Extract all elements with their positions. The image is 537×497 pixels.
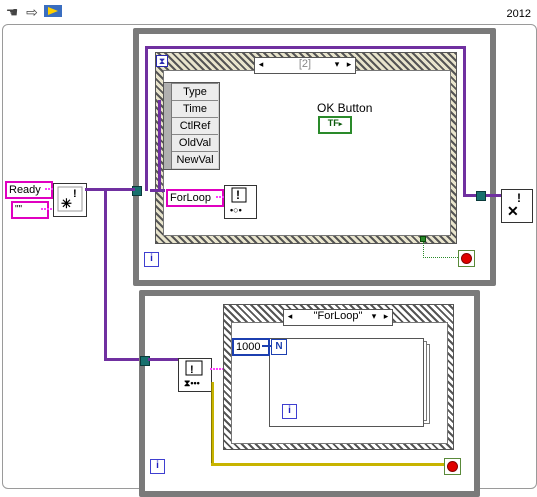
bottom-loop-iteration-terminal: i xyxy=(150,459,165,474)
loop-count-terminal: N xyxy=(271,339,287,355)
enqueue-element-subvi[interactable]: ! •○• xyxy=(224,185,257,219)
event-case-selector[interactable]: ◂ [2] ▾ ▸ xyxy=(254,57,356,74)
queue-wire xyxy=(463,46,466,196)
top-loop-stop-icon[interactable] xyxy=(458,250,475,267)
svg-text:✕: ✕ xyxy=(507,203,519,219)
obtain-queue-subvi[interactable]: ! ✳ xyxy=(53,183,87,217)
error-wire xyxy=(211,382,214,466)
svg-text:•○•: •○• xyxy=(230,205,242,215)
queue-wire xyxy=(145,46,465,49)
event-data-row[interactable]: Type xyxy=(172,83,218,100)
queue-wire xyxy=(148,358,178,361)
event-data-row[interactable]: OldVal xyxy=(172,134,218,151)
bottom-case-label: "ForLoop" xyxy=(313,310,363,322)
dequeue-element-subvi[interactable]: ! ⧗••• xyxy=(178,358,212,392)
bottom-loop-stop-icon[interactable] xyxy=(444,458,461,475)
decrement-arrow-icon[interactable]: ◂ xyxy=(255,58,267,71)
svg-text:⧗•••: ⧗••• xyxy=(184,378,200,388)
hand-icon[interactable]: ☚ xyxy=(3,3,21,21)
dropdown-arrow-icon[interactable]: ▾ xyxy=(331,58,343,71)
bottom-case-selector[interactable]: ◂ "ForLoop" ▾ ▸ xyxy=(283,309,393,326)
event-case-label: [2] xyxy=(298,58,312,70)
highlight-execution-icon[interactable] xyxy=(43,3,63,21)
svg-text:!: ! xyxy=(73,188,77,200)
empty-string-constant[interactable]: "" xyxy=(11,201,49,219)
bool-wire xyxy=(423,257,458,258)
queue-wire xyxy=(104,188,107,360)
event-data-row[interactable]: Time xyxy=(172,100,218,117)
forloop-string-constant[interactable]: ForLoop xyxy=(166,189,224,207)
increment-arrow-icon[interactable]: ▸ xyxy=(343,58,355,71)
svg-text:!: ! xyxy=(236,188,240,202)
event-data-node[interactable]: Type Time CtlRef OldVal NewVal xyxy=(163,82,220,170)
error-wire xyxy=(211,463,446,466)
ok-button-terminal[interactable]: TF▸ xyxy=(318,116,352,134)
ok-button-label: OK Button xyxy=(317,101,373,115)
string-wire xyxy=(41,208,53,210)
run-arrow-icon[interactable]: ⇨ xyxy=(23,3,41,21)
svg-text:✳: ✳ xyxy=(61,196,72,211)
svg-text:!: ! xyxy=(190,364,194,376)
queue-wire xyxy=(104,358,144,361)
queue-wire xyxy=(85,188,135,191)
decrement-arrow-icon[interactable]: ◂ xyxy=(284,310,296,323)
event-data-row[interactable]: NewVal xyxy=(172,151,218,168)
dropdown-arrow-icon[interactable]: ▾ xyxy=(368,310,380,323)
release-queue-subvi[interactable]: ! ✕ xyxy=(501,189,533,223)
queue-wire xyxy=(145,46,148,191)
string-wire xyxy=(216,196,224,198)
top-loop-output-tunnel xyxy=(476,191,486,201)
timeout-terminal-icon: ⧗ xyxy=(156,55,168,67)
string-wire xyxy=(45,188,53,190)
for-loop-iteration-terminal: i xyxy=(282,404,297,419)
ready-string-constant[interactable]: Ready xyxy=(5,181,53,199)
bool-wire xyxy=(423,242,424,258)
top-loop-iteration-terminal: i xyxy=(144,252,159,267)
loop-count-constant[interactable]: 1000 xyxy=(232,338,270,356)
version-label: 2012 xyxy=(506,8,531,20)
event-data-row[interactable]: CtlRef xyxy=(172,117,218,134)
queue-wire xyxy=(158,100,161,192)
increment-arrow-icon[interactable]: ▸ xyxy=(380,310,392,323)
